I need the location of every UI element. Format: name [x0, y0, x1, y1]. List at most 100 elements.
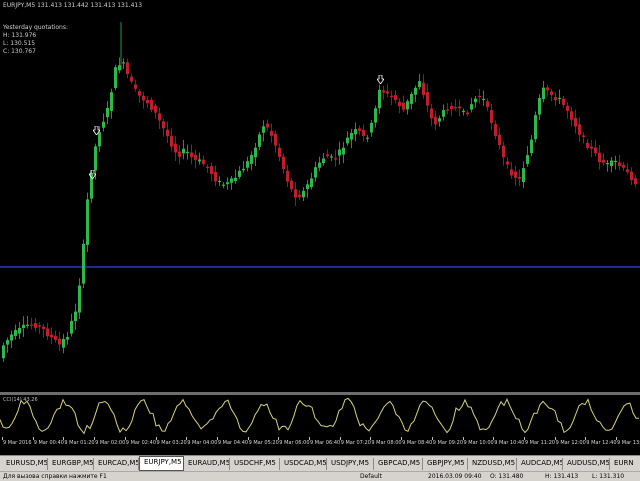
- candle-body: [538, 98, 541, 115]
- candle-body: [622, 164, 625, 168]
- candle-body: [142, 95, 145, 101]
- time-tick-label: 9 Mar 01:20: [64, 440, 95, 446]
- candle-body: [18, 327, 21, 334]
- candle-body: [474, 98, 477, 103]
- down-arrow-icon: [377, 75, 384, 84]
- candle-body: [250, 154, 253, 164]
- candle-body: [134, 84, 137, 89]
- candle-body: [58, 338, 61, 345]
- candle-body: [246, 161, 249, 168]
- candle-body: [130, 76, 133, 82]
- tab-eurusd-m5[interactable]: EURUSD,M5: [2, 458, 48, 470]
- candle-body: [242, 168, 245, 171]
- tab-eurn[interactable]: EURN: [610, 458, 640, 470]
- candle-body: [318, 162, 321, 168]
- candle-body: [406, 101, 409, 110]
- candle-body: [282, 156, 285, 170]
- tab-audcad-m5[interactable]: AUDCAD,M5: [517, 458, 563, 470]
- candle-body: [510, 169, 513, 176]
- candle-body: [482, 98, 485, 101]
- candle-body: [102, 121, 105, 128]
- tab-eurcad-m5[interactable]: EURCAD,M5: [94, 458, 139, 470]
- price-chart[interactable]: EURJPY,M5 131.413 131.442 131.413 131.41…: [0, 0, 640, 392]
- tab-usdchf-m5[interactable]: USDCHF,M5: [230, 458, 280, 470]
- candle-body: [438, 118, 441, 122]
- candle-body: [262, 126, 265, 133]
- time-tick-label: 9 Mar 00:40: [33, 440, 64, 446]
- down-arrow-icon: [89, 170, 96, 179]
- candle-body: [354, 129, 357, 135]
- time-tick-label: 9 Mar 08:00: [371, 440, 402, 446]
- candle-body: [390, 95, 393, 98]
- candle-body: [286, 170, 289, 182]
- tab-eurgbp-m5[interactable]: EURGBP,M5: [48, 458, 94, 470]
- candle-body: [398, 101, 401, 107]
- candle-body: [418, 81, 421, 88]
- candle-body: [366, 137, 369, 139]
- candle-body: [558, 97, 561, 100]
- candle-body: [466, 112, 469, 115]
- time-tick-label: 9 Mar 07:20: [340, 440, 371, 446]
- candle-body: [230, 178, 233, 183]
- candle-body: [266, 123, 269, 128]
- time-tick-label: 9 Mar 04:40: [217, 440, 249, 446]
- candle-body: [146, 100, 149, 104]
- candle-body: [294, 189, 297, 198]
- candle-body: [86, 199, 89, 245]
- indicator-pane[interactable]: [0, 395, 640, 437]
- tab-eurjpy-m5[interactable]: EURJPY,M5: [139, 456, 184, 471]
- candle-body: [498, 134, 501, 146]
- candle-body: [110, 92, 113, 111]
- candle-body: [486, 101, 489, 108]
- quotes-close: C: 130.767: [3, 48, 36, 55]
- candle-body: [370, 122, 373, 133]
- candle-body: [226, 182, 229, 185]
- candle-body: [386, 91, 389, 94]
- tab-nzdusd-m5[interactable]: NZDUSD,M5: [468, 458, 517, 470]
- candlestick-plot[interactable]: [0, 0, 640, 392]
- time-tick-label: 9 Mar 12:40: [586, 440, 617, 446]
- tab-usdcad-m5[interactable]: USDCAD,M5: [280, 458, 327, 470]
- candle-body: [574, 117, 577, 127]
- down-arrow-icon: [93, 126, 100, 135]
- candle-body: [502, 145, 505, 158]
- candle-body: [82, 243, 85, 284]
- candle-body: [138, 91, 141, 96]
- candle-body: [478, 95, 481, 98]
- time-tick-label: 9 Mar 06:40: [310, 440, 341, 446]
- candle-body: [186, 151, 189, 154]
- candle-body: [30, 324, 33, 326]
- candle-body: [6, 340, 9, 345]
- candle-body: [314, 167, 317, 178]
- candle-body: [166, 129, 169, 137]
- candle-body: [598, 152, 601, 163]
- time-axis: 9 Mar 2016 9 Mar 00:40 9 Mar 01:20 9 Mar 02…: [0, 437, 640, 455]
- time-tick-label: 9 Mar 2016: [3, 440, 32, 446]
- candle-body: [594, 147, 597, 154]
- tab-gbpjpy-m5[interactable]: GBPJPY,M5: [423, 458, 468, 470]
- symbol-tabs: EURUSD,M5 EURGBP,M5 EURCAD,M5 EURJPY,M5 EURA…: [0, 455, 640, 472]
- candle-body: [42, 326, 45, 330]
- candle-body: [566, 105, 569, 111]
- candle-body: [330, 156, 333, 158]
- candle-body: [278, 147, 281, 157]
- candle-body: [626, 169, 629, 172]
- candle-body: [554, 97, 557, 101]
- candle-body: [158, 113, 161, 121]
- quotes-title: Yesterday quotations:: [3, 24, 68, 31]
- candle-body: [310, 178, 313, 188]
- candle-body: [570, 111, 573, 120]
- time-tick-label: 9 Mar 03:20: [156, 440, 187, 446]
- tab-usdjpy-m5[interactable]: USDJPY,M5: [327, 458, 374, 470]
- tab-euraud-m5[interactable]: EURAUD,M5: [184, 458, 230, 470]
- candle-body: [506, 161, 509, 165]
- candle-body: [322, 158, 325, 164]
- candle-body: [62, 338, 65, 348]
- tab-audusd-m5[interactable]: AUDUSD,M5: [563, 458, 610, 470]
- candle-body: [46, 328, 49, 337]
- candle-body: [450, 105, 453, 109]
- tab-gbpcad-m5[interactable]: GBPCAD,M5: [374, 458, 423, 470]
- candle-body: [70, 320, 73, 334]
- time-tick-label: 9 Mar 10:40: [494, 440, 525, 446]
- candle-body: [194, 154, 197, 160]
